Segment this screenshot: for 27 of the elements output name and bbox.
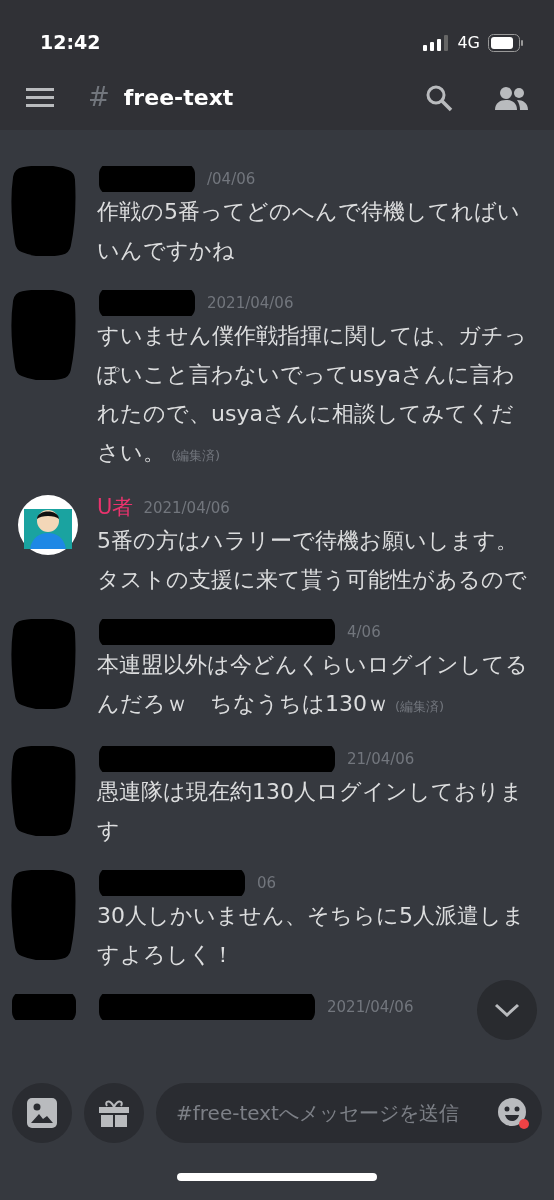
author-name[interactable]: U者 <box>97 492 134 524</box>
battery-icon <box>488 33 524 52</box>
gift-icon <box>99 1098 129 1128</box>
channel-title: free-text <box>123 84 234 112</box>
menu-icon[interactable] <box>26 86 54 109</box>
chevron-down-icon <box>494 1003 520 1017</box>
message-text: 5番の方はハラリーで待機お願いします。タストの支援に来て貰う可能性があるので <box>97 528 527 592</box>
timestamp: 21/04/06 <box>347 748 415 770</box>
signal-icon <box>423 34 450 51</box>
timestamp: 2021/04/06 <box>327 996 414 1018</box>
timestamp: 06 <box>257 872 277 894</box>
clock-time: 12:42 <box>40 30 101 56</box>
network-label: 4G <box>457 31 480 54</box>
timestamp: 2021/04/06 <box>143 497 230 519</box>
image-icon <box>27 1098 57 1128</box>
timestamp: 2021/04/06 <box>207 292 294 314</box>
message-input[interactable]: #free-textへメッセージを送信 <box>156 1083 542 1143</box>
message-text: 愚連隊は現在約130人ログインしております <box>97 779 523 843</box>
timestamp: /04/06 <box>207 168 256 190</box>
timestamp: 4/06 <box>347 621 381 643</box>
channel-hash: # <box>88 81 110 114</box>
message-text: 作戦の5番ってどのへんで待機してればいいんですかね <box>97 199 520 263</box>
user-avatar[interactable] <box>18 495 78 555</box>
search-icon[interactable] <box>425 83 453 112</box>
emoji-icon[interactable] <box>496 1096 530 1130</box>
members-icon[interactable] <box>495 85 528 110</box>
message-text: 30人しかいません、そちらに5人派遣しますよろしく！ <box>97 903 525 967</box>
